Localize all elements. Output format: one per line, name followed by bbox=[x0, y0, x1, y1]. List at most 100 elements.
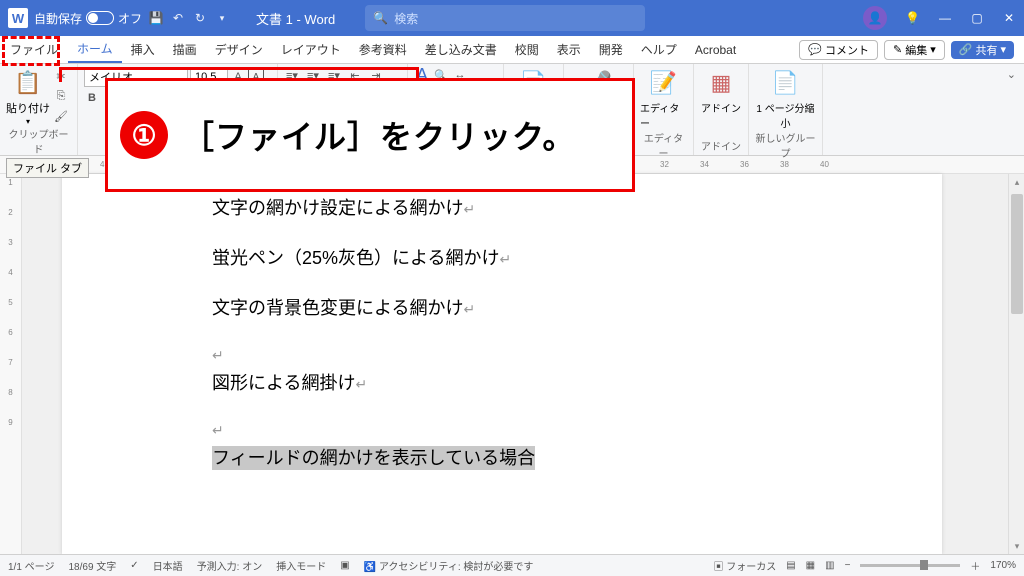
paragraph-mark-icon: ↵ bbox=[212, 422, 224, 438]
doc-line[interactable]: フィールドの網かけを表示している場合 bbox=[212, 444, 942, 470]
close-button[interactable]: ✕ bbox=[1002, 11, 1016, 25]
annotation-callout: ① ［ファイル］をクリック。 bbox=[105, 78, 635, 192]
newgroup-label: 新しいグループ bbox=[755, 130, 816, 162]
tab-references[interactable]: 参考資料 bbox=[350, 36, 416, 63]
doc-line[interactable]: ↵ bbox=[212, 419, 942, 440]
zoom-in-button[interactable]: ＋ bbox=[970, 558, 980, 573]
search-input[interactable]: 🔍 検索 bbox=[365, 5, 645, 31]
qat-more-icon[interactable]: ▾ bbox=[214, 10, 230, 26]
tab-help[interactable]: ヘルプ bbox=[632, 36, 686, 63]
editing-mode-button[interactable]: ✎ 編集 ▾ bbox=[884, 40, 945, 60]
shrink-page-button[interactable]: 📄 1 ページ分縮小 bbox=[755, 67, 816, 130]
tab-home[interactable]: ホーム bbox=[68, 36, 122, 63]
focus-mode-button[interactable]: ▣ フォーカス bbox=[713, 558, 776, 573]
document-area: 123456789 文字の網かけ設定による網かけ↵ 蛍光ペン（25%灰色）による… bbox=[0, 174, 1024, 554]
help-icon[interactable]: 💡 bbox=[905, 11, 920, 25]
doc-line[interactable]: ↵ bbox=[212, 344, 942, 365]
status-bar: 1/1 ページ 18/69 文字 ✓ 日本語 予測入力: オン 挿入モード ▣ … bbox=[0, 554, 1024, 576]
read-mode-icon[interactable]: ▤ bbox=[786, 560, 795, 571]
editor-group-label: エディター bbox=[640, 130, 687, 162]
scroll-down-icon[interactable]: ▾ bbox=[1009, 538, 1024, 554]
tab-design[interactable]: デザイン bbox=[206, 36, 272, 63]
addin-icon: ▦ bbox=[705, 67, 737, 99]
save-icon[interactable]: 💾 bbox=[148, 10, 164, 26]
titlebar-left: W 自動保存 オフ 💾 ↶ ↻ ▾ 文書 1 - Word bbox=[8, 8, 335, 28]
annotation-step-number: ① bbox=[120, 111, 168, 159]
tab-view[interactable]: 表示 bbox=[548, 36, 590, 63]
addin-button[interactable]: ▦ アドイン bbox=[700, 67, 742, 115]
titlebar-right: 👤 💡 ― ▢ ✕ bbox=[863, 6, 1016, 30]
user-avatar[interactable]: 👤 bbox=[863, 6, 887, 30]
toggle-switch-icon[interactable] bbox=[86, 11, 114, 25]
zoom-slider[interactable] bbox=[860, 564, 960, 567]
scroll-thumb[interactable] bbox=[1011, 194, 1023, 314]
paragraph-mark-icon: ↵ bbox=[212, 347, 224, 363]
doc-line[interactable]: 図形による網掛け↵ bbox=[212, 369, 942, 395]
print-layout-icon[interactable]: ▦ bbox=[806, 560, 815, 571]
editor-button[interactable]: 📝 エディター bbox=[640, 67, 687, 130]
tab-layout[interactable]: レイアウト bbox=[272, 36, 350, 63]
title-bar: W 自動保存 オフ 💾 ↶ ↻ ▾ 文書 1 - Word 🔍 検索 👤 💡 ―… bbox=[0, 0, 1024, 36]
paragraph-mark-icon: ↵ bbox=[463, 201, 475, 217]
autosave-toggle[interactable]: 自動保存 オフ bbox=[34, 10, 142, 27]
file-tab-tooltip: ファイル タブ bbox=[6, 158, 89, 178]
ribbon-collapse-icon[interactable]: ⌄ bbox=[999, 64, 1024, 155]
tab-insert[interactable]: 挿入 bbox=[122, 36, 164, 63]
status-macro-icon[interactable]: ▣ bbox=[340, 560, 349, 571]
annotation-text: ［ファイル］をクリック。 bbox=[182, 112, 575, 158]
status-spell-icon[interactable]: ✓ bbox=[130, 560, 138, 571]
statusbar-right: ▣ フォーカス ▤ ▦ ▥ − ＋ 170% bbox=[713, 558, 1016, 573]
tabbar-right: 💬 コメント ✎ 編集 ▾ 🔗 共有 ▾ bbox=[793, 36, 1020, 63]
editor-group: 📝 エディター エディター bbox=[634, 64, 694, 155]
doc-line[interactable]: 文字の背景色変更による網かけ↵ bbox=[212, 294, 942, 320]
addin-group-label: アドイン bbox=[700, 138, 742, 155]
web-layout-icon[interactable]: ▥ bbox=[825, 560, 834, 571]
status-lang[interactable]: 日本語 bbox=[153, 558, 183, 573]
vertical-scrollbar[interactable]: ▴ ▾ bbox=[1008, 174, 1024, 554]
status-page[interactable]: 1/1 ページ bbox=[8, 558, 54, 573]
ribbon-tabs: ファイル ホーム 挿入 描画 デザイン レイアウト 参考資料 差し込み文書 校閲… bbox=[0, 36, 1024, 64]
search-icon: 🔍 bbox=[373, 11, 388, 25]
vertical-ruler[interactable]: 123456789 bbox=[0, 174, 22, 554]
document-title: 文書 1 - Word bbox=[256, 9, 335, 28]
doc-line[interactable]: 文字の網かけ設定による網かけ↵ bbox=[212, 194, 942, 220]
status-words[interactable]: 18/69 文字 bbox=[68, 558, 116, 573]
copy-icon[interactable]: ⎘ bbox=[53, 89, 69, 105]
newgroup-group: 📄 1 ページ分縮小 新しいグループ bbox=[749, 64, 823, 155]
tab-mailings[interactable]: 差し込み文書 bbox=[416, 36, 506, 63]
minimize-button[interactable]: ― bbox=[938, 11, 952, 25]
maximize-button[interactable]: ▢ bbox=[970, 11, 984, 25]
scroll-up-icon[interactable]: ▴ bbox=[1009, 174, 1024, 190]
redo-icon[interactable]: ↻ bbox=[192, 10, 208, 26]
search-placeholder: 検索 bbox=[394, 10, 418, 27]
status-access[interactable]: ♿ アクセシビリティ: 検討が必要です bbox=[364, 558, 534, 573]
addin-group: ▦ アドイン アドイン bbox=[694, 64, 749, 155]
clipboard-label: クリップボード bbox=[6, 126, 71, 158]
annotation-highlight-file-tab bbox=[2, 36, 60, 66]
paragraph-mark-icon: ↵ bbox=[500, 251, 512, 267]
status-insert[interactable]: 挿入モード bbox=[276, 558, 326, 573]
status-predict[interactable]: 予測入力: オン bbox=[197, 558, 263, 573]
tab-developer[interactable]: 開発 bbox=[590, 36, 632, 63]
autosave-label: 自動保存 bbox=[34, 10, 82, 27]
autosave-state: オフ bbox=[118, 10, 142, 27]
tab-draw[interactable]: 描画 bbox=[164, 36, 206, 63]
format-painter-icon[interactable]: 🖌 bbox=[53, 109, 69, 125]
doc-line[interactable]: 蛍光ペン（25%灰色）による網かけ↵ bbox=[212, 244, 942, 270]
paragraph-mark-icon: ↵ bbox=[463, 301, 475, 317]
page-icon: 📄 bbox=[770, 67, 802, 99]
tab-acrobat[interactable]: Acrobat bbox=[686, 36, 745, 63]
editor-icon: 📝 bbox=[648, 67, 680, 99]
comments-button[interactable]: 💬 コメント bbox=[799, 40, 878, 60]
paste-button[interactable]: 📋 貼り付け ▾ bbox=[6, 67, 50, 126]
share-button[interactable]: 🔗 共有 ▾ bbox=[951, 41, 1014, 59]
zoom-level[interactable]: 170% bbox=[990, 560, 1016, 571]
paragraph-mark-icon: ↵ bbox=[355, 376, 367, 392]
document-page[interactable]: 文字の網かけ設定による網かけ↵ 蛍光ペン（25%灰色）による網かけ↵ 文字の背景… bbox=[62, 174, 942, 554]
clipboard-icon: 📋 bbox=[12, 67, 44, 99]
tab-review[interactable]: 校閲 bbox=[506, 36, 548, 63]
bold-icon[interactable]: B bbox=[84, 90, 100, 106]
word-app-icon: W bbox=[8, 8, 28, 28]
undo-icon[interactable]: ↶ bbox=[170, 10, 186, 26]
zoom-out-button[interactable]: − bbox=[845, 560, 851, 571]
